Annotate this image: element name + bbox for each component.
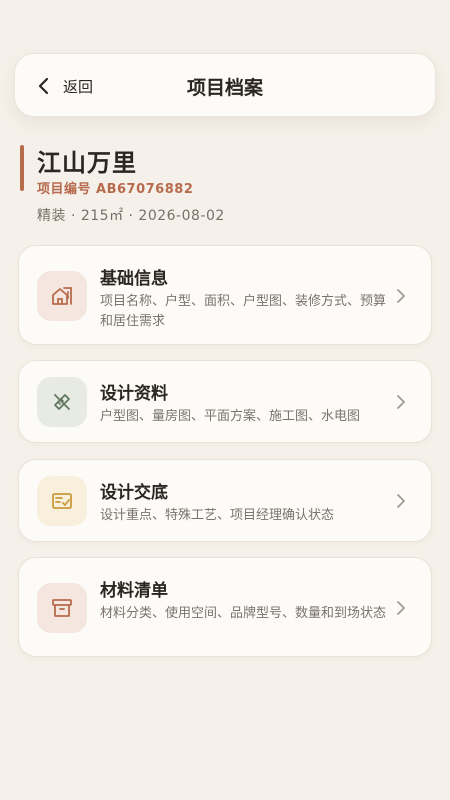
project-summary: 江山万里 项目编号 AB67076882 精装 · 215㎡ · 2026-08…: [20, 143, 430, 233]
house-info-icon: [52, 287, 72, 305]
card-icon-wrap: [37, 476, 87, 526]
card-title: 设计交底: [100, 483, 168, 503]
card-design-materials[interactable]: 设计资料 户型图、量房图、平面方案、施工图、水电图: [18, 360, 432, 443]
card-title: 基础信息: [100, 269, 168, 289]
card-title: 材料清单: [100, 581, 168, 601]
card-description: 设计重点、特殊工艺、项目经理确认状态: [100, 508, 335, 523]
top-bar: 返回 项目档案: [14, 53, 436, 117]
project-meta: 精装 · 215㎡ · 2026-08-02: [37, 208, 225, 224]
card-basic-info[interactable]: 基础信息 项目名称、户型、面积、户型图、装修方式、预算和居住需求: [18, 245, 432, 345]
accent-bar: [20, 145, 24, 191]
card-title: 设计资料: [100, 384, 168, 404]
project-code: 项目编号 AB67076882: [37, 182, 194, 197]
chevron-right-icon: [397, 289, 405, 303]
card-description: 项目名称、户型、面积、户型图、装修方式、预算和居住需求: [100, 294, 387, 329]
project-name: 江山万里: [37, 149, 137, 177]
card-description: 户型图、量房图、平面方案、施工图、水电图: [100, 409, 361, 424]
checklist-icon: [52, 493, 72, 509]
card-icon-wrap: [37, 271, 87, 321]
card-icon-wrap: [37, 583, 87, 633]
chevron-right-icon: [397, 395, 405, 409]
chevron-right-icon: [397, 601, 405, 615]
chevron-left-icon: [38, 77, 49, 95]
back-button[interactable]: 返回: [35, 54, 93, 118]
card-material-list[interactable]: 材料清单 材料分类、使用空间、品牌型号、数量和到场状态: [18, 557, 432, 657]
card-design-briefing[interactable]: 设计交底 设计重点、特殊工艺、项目经理确认状态: [18, 459, 432, 542]
ruler-pencil-icon: [54, 394, 70, 410]
archive-box-icon: [52, 599, 72, 617]
back-label: 返回: [63, 77, 94, 96]
card-description: 材料分类、使用空间、品牌型号、数量和到场状态: [100, 606, 387, 621]
chevron-right-icon: [397, 494, 405, 508]
card-icon-wrap: [37, 377, 87, 427]
